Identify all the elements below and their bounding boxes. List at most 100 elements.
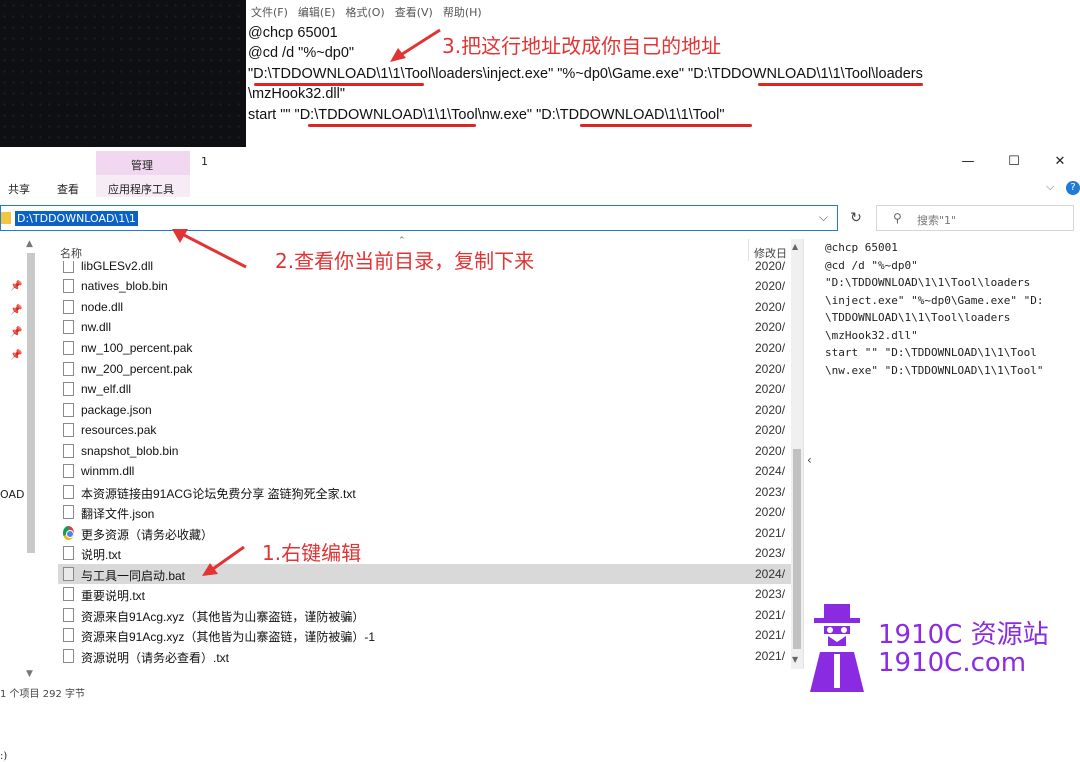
file-date: 2020/ bbox=[755, 279, 786, 293]
file-row[interactable]: 资源来自91Acg.xyz（其他皆为山寨盗链，谨防被骗） 2021/ bbox=[58, 605, 791, 625]
file-list-header: ⌃ 名称 修改日 bbox=[58, 236, 798, 261]
batch-file-icon bbox=[63, 567, 74, 581]
scroll-up-icon[interactable]: ▲ bbox=[26, 239, 33, 249]
underline-path-3 bbox=[308, 124, 476, 127]
file-date: 2020/ bbox=[755, 320, 786, 334]
nav-scrollbar-thumb[interactable] bbox=[27, 253, 35, 553]
preview-line: start "" "D:\TDDOWNLOAD\1\1\Tool bbox=[825, 346, 1037, 359]
pin-icon: 📌 bbox=[10, 305, 23, 316]
nav-item-partial[interactable]: OAD bbox=[0, 488, 24, 501]
nav-item-partial-bottom[interactable]: :) bbox=[0, 751, 7, 762]
folder-icon bbox=[1, 212, 11, 224]
maximize-button[interactable]: ☐ bbox=[1004, 153, 1024, 171]
text-file-icon bbox=[63, 587, 74, 601]
menu-format[interactable]: 格式(O) bbox=[340, 4, 389, 22]
file-name: natives_blob.bin bbox=[81, 279, 168, 293]
notepad-line-1[interactable]: @chcp 65001 bbox=[248, 25, 338, 41]
file-row[interactable]: 资源说明（请务必查看）.txt 2021/ bbox=[58, 646, 791, 666]
file-name: nw.dll bbox=[81, 320, 112, 334]
scroll-down-icon[interactable]: ▼ bbox=[792, 655, 798, 664]
notepad-line-4[interactable]: \mzHook32.dll" bbox=[248, 86, 345, 102]
file-row[interactable]: snapshot_blob.bin 2020/ bbox=[58, 441, 791, 461]
dll-file-icon bbox=[63, 464, 74, 478]
menu-view[interactable]: 查看(V) bbox=[390, 4, 438, 22]
file-date: 2020/ bbox=[755, 403, 786, 417]
file-row[interactable]: 说明.txt 2023/ bbox=[58, 543, 791, 563]
file-row[interactable]: nw.dll 2020/ bbox=[58, 317, 791, 337]
column-header-modified[interactable]: 修改日 bbox=[754, 245, 787, 261]
file-name: resources.pak bbox=[81, 423, 157, 437]
file-row[interactable]: natives_blob.bin 2020/ bbox=[58, 276, 791, 296]
ribbon-tab-view[interactable]: 查看 bbox=[57, 181, 79, 197]
underline-path-1 bbox=[254, 83, 424, 86]
menu-file[interactable]: 文件(F) bbox=[246, 4, 293, 22]
address-bar[interactable]: D:\TDDOWNLOAD\1\1 ⌵ bbox=[0, 205, 838, 231]
menu-edit[interactable]: 编辑(E) bbox=[293, 4, 341, 22]
preview-line: \mzHook32.dll" bbox=[825, 329, 918, 342]
file-row[interactable]: resources.pak 2020/ bbox=[58, 420, 791, 440]
dll-file-icon bbox=[63, 320, 74, 334]
preview-line: "D:\TDDOWNLOAD\1\1\Tool\loaders bbox=[825, 276, 1031, 289]
file-date: 2023/ bbox=[755, 546, 786, 560]
file-date: 2020/ bbox=[755, 444, 786, 458]
file-row[interactable]: 更多资源（请务必收藏） 2021/ bbox=[58, 523, 791, 543]
menu-help[interactable]: 帮助(H) bbox=[438, 4, 487, 22]
file-icon bbox=[63, 279, 74, 293]
file-date: 2020/ bbox=[755, 505, 786, 519]
preview-line: \inject.exe" "%~dp0\Game.exe" "D: bbox=[825, 294, 1044, 307]
scroll-up-icon[interactable]: ▲ bbox=[792, 242, 798, 251]
ribbon-tab-share[interactable]: 共享 bbox=[8, 181, 30, 197]
file-row[interactable]: 资源来自91Acg.xyz（其他皆为山寨盗链，谨防被骗）-1 2021/ bbox=[58, 625, 791, 645]
file-name: package.json bbox=[81, 403, 152, 417]
file-row[interactable]: winmm.dll 2024/ bbox=[58, 461, 791, 481]
file-row[interactable]: nw_200_percent.pak 2020/ bbox=[58, 359, 791, 379]
ribbon-expand-icon[interactable]: ⌵ bbox=[1046, 180, 1054, 194]
file-date: 2024/ bbox=[755, 567, 786, 581]
column-header-name[interactable]: 名称 bbox=[60, 245, 82, 261]
file-name: 资源说明（请务必查看）.txt bbox=[81, 651, 230, 665]
file-name: 资源来自91Acg.xyz（其他皆为山寨盗链，谨防被骗） bbox=[81, 610, 365, 624]
file-row[interactable]: nw_elf.dll 2020/ bbox=[58, 379, 791, 399]
file-row[interactable]: nw_100_percent.pak 2020/ bbox=[58, 338, 791, 358]
file-row[interactable]: node.dll 2020/ bbox=[58, 297, 791, 317]
notepad-line-2[interactable]: @cd /d "%~dp0" bbox=[248, 45, 354, 61]
preview-line: @cd /d "%~dp0" bbox=[825, 259, 918, 272]
notepad-line-3[interactable]: "D:\TDDOWNLOAD\1\1\Tool\loaders\inject.e… bbox=[248, 66, 923, 82]
preview-line: @chcp 65001 bbox=[825, 241, 898, 254]
file-row[interactable]: 重要说明.txt 2023/ bbox=[58, 584, 791, 604]
file-name: libGLESv2.dll bbox=[81, 261, 154, 273]
scrollbar-thumb[interactable] bbox=[793, 449, 801, 649]
mascot-icon bbox=[810, 604, 864, 692]
watermark-title: 1910C 资源站 bbox=[878, 620, 1049, 650]
file-date: 2024/ bbox=[755, 464, 786, 478]
file-name: 本资源链接由91ACG论坛免费分享 盗链狗死全家.txt bbox=[81, 487, 356, 501]
notepad-line-5[interactable]: start "" "D:\TDDOWNLOAD\1\1\Tool\nw.exe"… bbox=[248, 107, 724, 123]
search-input[interactable]: ⚲ 搜索"1" bbox=[876, 205, 1074, 231]
chevron-down-icon[interactable]: ⌵ bbox=[819, 210, 828, 225]
file-row[interactable]: 本资源链接由91ACG论坛免费分享 盗链狗死全家.txt 2023/ bbox=[58, 482, 791, 502]
background-image-fragment bbox=[0, 0, 246, 147]
close-button[interactable]: ✕ bbox=[1050, 153, 1070, 171]
scroll-down-icon[interactable]: ▼ bbox=[26, 669, 33, 679]
file-row-selected[interactable]: 与工具一同启动.bat 2024/ bbox=[58, 564, 791, 584]
ribbon-tab-app-tools[interactable]: 应用程序工具 bbox=[108, 181, 174, 197]
chevron-left-icon[interactable]: ‹ bbox=[807, 453, 812, 467]
navigation-pane[interactable]: ▲ 📌 📌 📌 📌 OAD :) ▼ bbox=[0, 239, 42, 762]
underline-path-2 bbox=[758, 83, 923, 86]
address-path[interactable]: D:\TDDOWNLOAD\1\1 bbox=[15, 211, 138, 226]
text-file-icon bbox=[63, 546, 74, 560]
file-row[interactable]: libGLESv2.dll 2020/ bbox=[58, 261, 791, 276]
file-row[interactable]: 翻译文件.json 2020/ bbox=[58, 502, 791, 522]
file-row[interactable]: package.json 2020/ bbox=[58, 400, 791, 420]
file-date: 2023/ bbox=[755, 587, 786, 601]
column-divider[interactable] bbox=[748, 239, 749, 261]
refresh-button[interactable]: ↻ bbox=[844, 205, 868, 231]
ribbon-tab-manage[interactable]: 管理 bbox=[131, 157, 153, 173]
file-icon bbox=[63, 403, 74, 417]
notepad-window: 文件(F) 编辑(E) 格式(O) 查看(V) 帮助(H) @chcp 6500… bbox=[246, 0, 1080, 147]
help-icon[interactable]: ? bbox=[1066, 181, 1080, 195]
minimize-button[interactable]: — bbox=[958, 153, 978, 171]
watermark-logo: 1910C 资源站 1910C.com bbox=[802, 600, 1080, 695]
annotation-step-3: 3.把这行地址改成你自己的地址 bbox=[442, 34, 722, 58]
file-name: nw_200_percent.pak bbox=[81, 362, 193, 376]
